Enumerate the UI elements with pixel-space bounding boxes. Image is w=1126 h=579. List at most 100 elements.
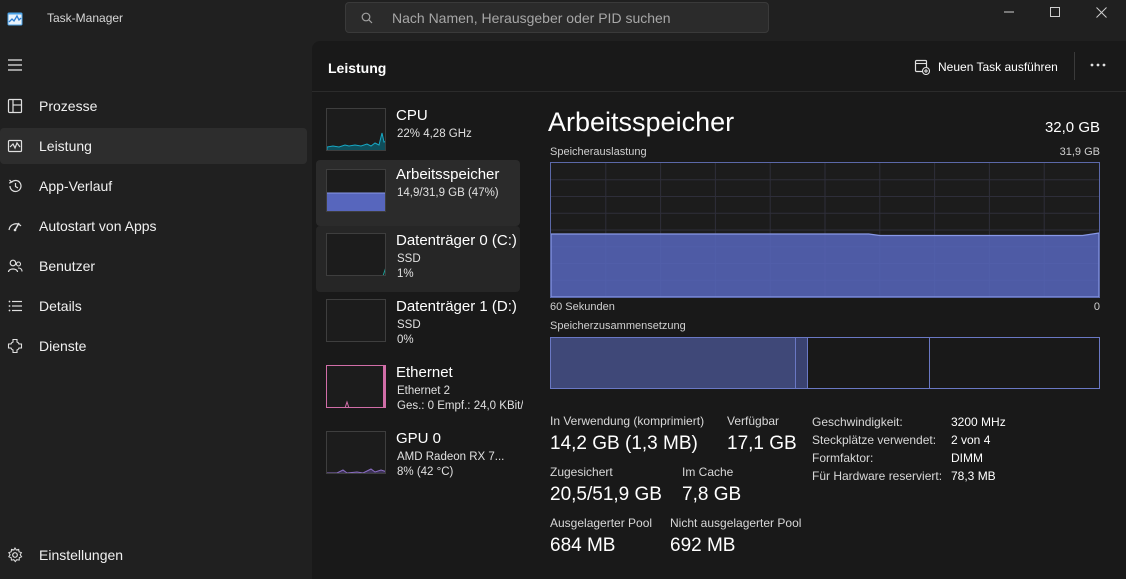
device-name: Arbeitsspeicher (396, 166, 500, 183)
search-input[interactable] (392, 3, 752, 32)
committed-value: 20,5/51,9 GB (550, 484, 662, 505)
task-manager-icon (7, 12, 23, 26)
committed-label: Zugesichert (550, 465, 613, 479)
nav-label: Autostart von Apps (39, 218, 157, 234)
nav-label: Prozesse (39, 98, 98, 114)
prop-value: 3200 MHz (951, 415, 1006, 429)
device-detail: 8% (42 °C) (397, 466, 454, 478)
close-button[interactable] (1078, 0, 1124, 24)
prop-value: 2 von 4 (951, 433, 991, 447)
prop-key: Steckplätze verwendet: (812, 433, 937, 447)
nav-item-users[interactable]: Benutzer (0, 248, 307, 284)
nonpaged-pool-label: Nicht ausgelagerter Pool (670, 516, 802, 530)
nonpaged-pool-value: 692 MB (670, 535, 736, 556)
memory-total: 32,0 GB (1044, 119, 1100, 136)
processes-icon (7, 98, 23, 114)
device-detail: 22% 4,28 GHz (397, 128, 472, 140)
nav-item-startup-apps[interactable]: Autostart von Apps (0, 208, 307, 244)
minimize-icon (1004, 11, 1014, 13)
nav-item-services[interactable]: Dienste (0, 328, 307, 364)
more-icon (1090, 63, 1106, 67)
in-use-value: 14,2 GB (1,3 MB) (550, 433, 698, 454)
device-ethernet[interactable]: Ethernet Ethernet 2 Ges.: 0 Empf.: 24,0 … (316, 358, 523, 424)
header-divider (312, 91, 1126, 92)
startup-icon (7, 218, 23, 234)
prop-value: DIMM (951, 451, 983, 465)
more-options-button[interactable] (1089, 56, 1107, 74)
memory-usage-area (550, 232, 1100, 298)
available-value: 17,1 GB (727, 433, 797, 454)
device-disk-1[interactable]: Datenträger 1 (D:) SSD 0% (316, 292, 520, 358)
title-bar: Task-Manager (0, 0, 1126, 40)
hamburger-menu-icon[interactable] (7, 58, 23, 72)
device-detail: AMD Radeon RX 7... (397, 451, 505, 463)
time-axis-right: 0 (1093, 301, 1100, 313)
composition-modified (796, 338, 807, 388)
toolbar-divider (1074, 52, 1075, 80)
prop-key: Formfaktor: (812, 451, 874, 465)
search-icon (361, 12, 373, 24)
nav-label: Dienste (39, 338, 87, 354)
paged-pool-label: Ausgelagerter Pool (550, 516, 653, 530)
disk-1-thumbnail (326, 299, 386, 342)
gear-icon (7, 547, 23, 563)
memory-usage-graph (550, 162, 1100, 298)
composition-label: Speicherzusammensetzung (550, 320, 686, 332)
usage-max: 31,9 GB (1059, 146, 1100, 158)
maximize-button[interactable] (1032, 0, 1078, 24)
close-icon (1095, 6, 1107, 18)
run-new-task-label: Neuen Task ausführen (938, 60, 1058, 74)
prop-value: 78,3 MB (951, 469, 996, 483)
in-use-label: In Verwendung (komprimiert) (550, 414, 705, 428)
nav-label: Details (39, 298, 82, 314)
nav-item-settings[interactable]: Einstellungen (0, 537, 307, 573)
device-detail: 14,9/31,9 GB (47%) (397, 187, 499, 199)
device-detail: SSD (397, 253, 421, 265)
disk-0-thumbnail (326, 233, 386, 276)
run-new-task-button[interactable]: Neuen Task ausführen (914, 57, 1058, 77)
device-name: Ethernet (396, 364, 453, 381)
performance-panel: Leistung Neuen Task ausführen CPU 22% 4,… (312, 41, 1126, 579)
nav-label: Einstellungen (39, 547, 124, 563)
nav-item-details[interactable]: Details (0, 288, 307, 324)
nav-item-processes[interactable]: Prozesse (0, 88, 307, 124)
new-task-icon (914, 59, 930, 75)
composition-in-use (551, 338, 795, 388)
detail-title: Arbeitsspeicher (548, 107, 735, 137)
device-detail: Ethernet 2 (397, 385, 451, 397)
device-name: Datenträger 1 (D:) (396, 298, 517, 315)
search-box[interactable] (345, 2, 769, 33)
performance-icon (7, 138, 23, 154)
composition-divider (807, 338, 808, 388)
device-gpu-0[interactable]: GPU 0 AMD Radeon RX 7... 8% (42 °C) (316, 424, 520, 490)
available-label: Verfügbar (727, 414, 780, 428)
prop-key: Geschwindigkeit: (812, 415, 903, 429)
memory-usage-chart (550, 163, 1100, 298)
ethernet-thumbnail (326, 365, 386, 408)
cpu-thumbnail (326, 108, 386, 151)
app-title: Task-Manager (47, 11, 124, 25)
page-title: Leistung (328, 60, 387, 76)
device-disk-0[interactable]: Datenträger 0 (C:) SSD 1% (316, 226, 520, 292)
nav-label: Benutzer (39, 258, 96, 274)
maximize-icon (1050, 7, 1060, 17)
device-detail: SSD (397, 319, 421, 331)
time-axis-left: 60 Sekunden (550, 301, 615, 313)
device-name: CPU (396, 107, 428, 124)
prop-key: Für Hardware reserviert: (812, 469, 943, 483)
nav-label: App-Verlauf (39, 178, 113, 194)
device-cpu[interactable]: CPU 22% 4,28 GHz (316, 101, 520, 167)
gpu-0-thumbnail (326, 431, 386, 474)
device-memory[interactable]: Arbeitsspeicher 14,9/31,9 GB (47%) (316, 160, 520, 226)
nav-label: Leistung (39, 138, 92, 154)
device-detail: Ges.: 0 Empf.: 24,0 KBit/s (397, 400, 523, 412)
nav-item-performance[interactable]: Leistung (0, 128, 307, 164)
cached-value: 7,8 GB (682, 484, 742, 505)
nav-item-app-history[interactable]: App-Verlauf (0, 168, 307, 204)
device-detail: 0% (397, 334, 414, 346)
paged-pool-value: 684 MB (550, 535, 616, 556)
device-detail: 1% (397, 268, 414, 280)
history-icon (7, 178, 23, 194)
minimize-button[interactable] (986, 0, 1032, 24)
device-name: GPU 0 (396, 430, 442, 447)
